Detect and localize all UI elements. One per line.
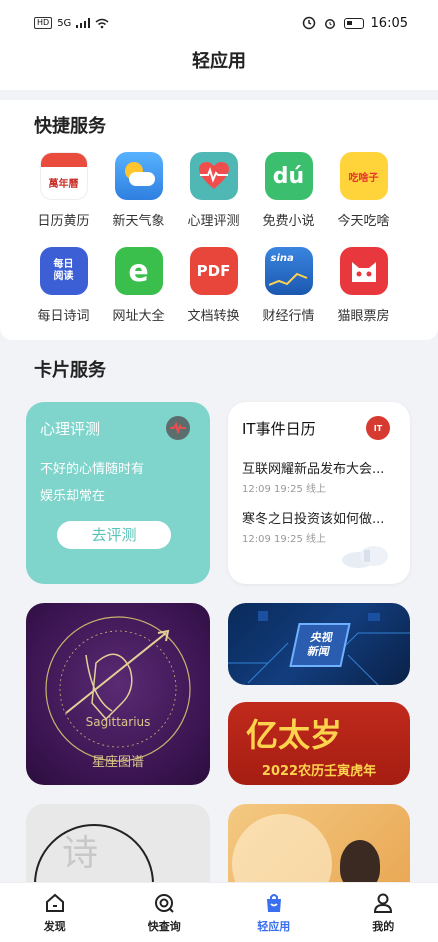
heartbeat-icon: [166, 416, 190, 440]
nav-light-apps[interactable]: 轻应用: [234, 892, 314, 934]
status-bar: HD 5G 16:05: [0, 0, 438, 46]
nav-mine[interactable]: 我的: [343, 892, 423, 934]
alarm-icon: [324, 19, 335, 29]
home-icon: [45, 893, 64, 912]
new-year-title: 亿太岁: [246, 716, 343, 754]
cat-eye-icon: [339, 247, 388, 295]
new-year-card[interactable]: 亿太岁 2022农历壬寅虎年: [228, 702, 410, 785]
page-title: 轻应用: [0, 46, 438, 90]
heartbeat-icon: [189, 152, 238, 200]
novel-icon: dú: [264, 152, 313, 200]
browser-icon: e: [114, 247, 163, 295]
constellation-name: Sagittarius: [85, 715, 151, 729]
app-calendar[interactable]: 萬年曆 日历黄历: [26, 152, 101, 229]
psychology-card-title: 心理评测: [40, 420, 101, 438]
vibrate-icon: [302, 16, 315, 30]
bottom-navigation: 发现 快查询 轻应用 我的: [0, 882, 438, 942]
quick-services-title: 快捷服务: [34, 116, 106, 137]
search-icon: [155, 893, 174, 913]
battery-icon: [343, 17, 364, 29]
it-calendar-card[interactable]: IT事件日历 IT 互联网耀新品发布大会... 12:09 19:25 线上 寒…: [228, 402, 410, 584]
cctv-news-card[interactable]: 央视 新闻: [228, 603, 410, 685]
nav-quick-search[interactable]: 快查询: [124, 892, 204, 934]
psychology-line-2: 娱乐却常在: [40, 489, 106, 504]
psychology-line-1: 不好的心情随时有: [40, 462, 145, 477]
poem-char: 诗: [62, 833, 99, 874]
news-item-title[interactable]: 互联网耀新品发布大会...: [242, 458, 384, 477]
nav-discover[interactable]: 发现: [15, 892, 95, 934]
new-year-subtitle: 2022农历壬寅虎年: [261, 764, 377, 779]
weather-icon: [114, 152, 163, 200]
app-pdf[interactable]: PDF 文档转换: [176, 247, 251, 324]
status-left: HD 5G: [34, 17, 109, 29]
constellation-card[interactable]: Sagittarius 星座图谱: [26, 603, 210, 785]
finance-icon: sina: [264, 247, 313, 295]
psychology-card[interactable]: 心理评测 不好的心情随时有 娱乐却常在 去评测: [26, 402, 210, 584]
app-finance[interactable]: sina 财经行情: [251, 247, 326, 324]
calendar-icon: 萬年曆: [39, 152, 88, 200]
it-logo-icon: IT: [366, 416, 390, 440]
news-item-meta: 12:09 19:25 线上: [242, 534, 326, 545]
quick-services-section: 快捷服务 萬年曆 日历黄历 新天气象 心理评测 dú 免费小说 吃啥子 今天吃啥…: [0, 100, 438, 340]
news-item-title[interactable]: 寒冬之日投资该如何做...: [242, 508, 384, 527]
poetry-icon: 每日阅读: [39, 247, 88, 295]
status-right: 16:05: [302, 16, 408, 31]
hd-icon: HD: [34, 17, 53, 29]
clock: 16:05: [370, 15, 408, 31]
food-icon: 吃啥子: [339, 152, 388, 200]
pdf-icon: PDF: [189, 247, 238, 295]
app-psychology[interactable]: 心理评测: [176, 152, 251, 229]
card-services-title: 卡片服务: [34, 360, 106, 381]
user-icon: [374, 893, 393, 913]
wifi-icon: [95, 18, 109, 28]
app-weather[interactable]: 新天气象: [101, 152, 176, 229]
constellation-caption: 星座图谱: [91, 755, 144, 770]
signal-icon: [76, 18, 91, 28]
app-food[interactable]: 吃啥子 今天吃啥: [326, 152, 401, 229]
cctv-news-logo: 央视 新闻: [289, 623, 351, 667]
quick-services-grid: 萬年曆 日历黄历 新天气象 心理评测 dú 免费小说 吃啥子 今天吃啥 每日阅读…: [26, 152, 416, 324]
network-label: 5G: [57, 17, 72, 29]
app-browser[interactable]: e 网址大全: [101, 247, 176, 324]
app-poetry[interactable]: 每日阅读 每日诗词: [26, 247, 101, 324]
news-item-meta: 12:09 19:25 线上: [242, 484, 326, 495]
go-evaluate-button[interactable]: 去评测: [57, 521, 171, 549]
app-cat-eye[interactable]: 猫眼票房: [326, 247, 401, 324]
it-calendar-title: IT事件日历: [242, 420, 316, 438]
shopping-bag-icon: [266, 893, 281, 912]
cloud-illustration-icon: [342, 546, 388, 568]
app-novel[interactable]: dú 免费小说: [251, 152, 326, 229]
